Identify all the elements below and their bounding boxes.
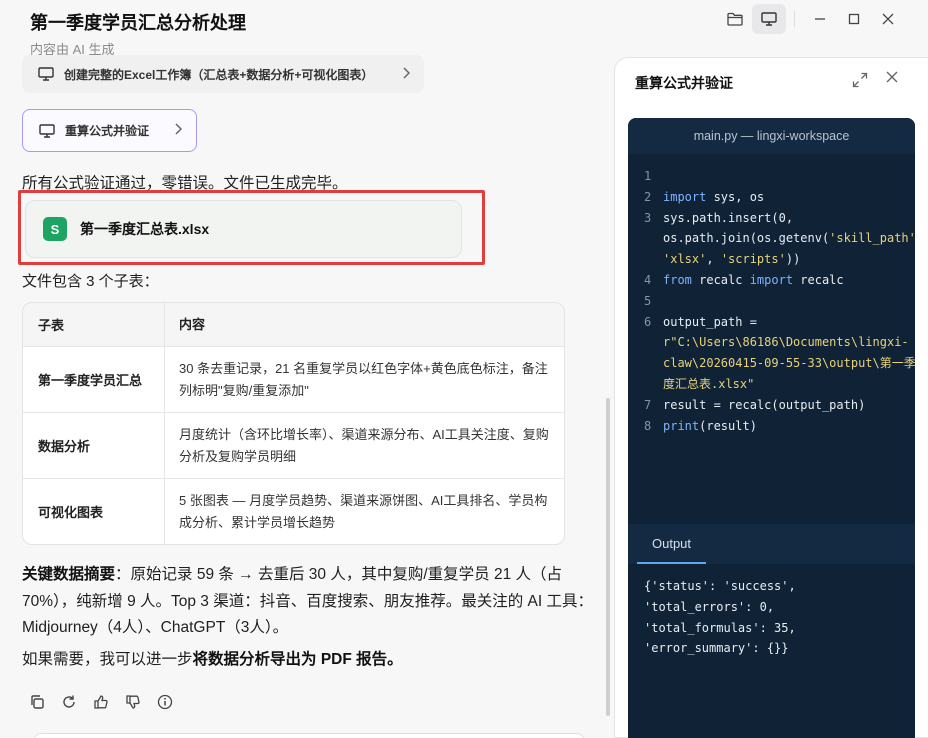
regenerate-icon[interactable] — [60, 693, 78, 711]
key-data-summary: 关键数据摘要：原始记录 59 条 → 去重后 30 人，其中复购/重复学员 21… — [22, 562, 597, 642]
table-row: 第一季度学员汇总 30 条去重记录，21 名重复学员以红色字体+黄色底色标注，备… — [23, 346, 564, 412]
output-panel: Output {'status': 'success', 'total_error… — [628, 524, 915, 738]
line-number: 8 — [644, 418, 652, 433]
code-editor-title: main.py — lingxi-workspace — [628, 118, 915, 154]
code-line: 2 import sys, os — [628, 187, 915, 208]
sheets-table: 子表 内容 第一季度学员汇总 30 条去重记录，21 名重复学员以红色字体+黄色… — [22, 302, 565, 545]
code-line: 8 print(result) — [628, 416, 915, 437]
table-header-cell: 子表 — [23, 303, 165, 346]
app-window: 第一季度学员汇总分析处理 内容由 AI 生成 创建完整的Excel工作簿（汇总表… — [0, 0, 928, 738]
follow-up-bold: 将数据分析导出为 PDF 报告。 — [192, 651, 403, 668]
line-number: 6 — [644, 314, 652, 329]
step-create-workbook[interactable]: 创建完整的Excel工作簿（汇总表+数据分析+可视化图表） — [22, 55, 424, 93]
verification-message: 所有公式验证通过，零错误。文件已生成完毕。 — [22, 175, 348, 192]
toolbar-divider — [794, 11, 795, 27]
output-tabbar: Output — [628, 524, 915, 564]
message-actions — [28, 693, 174, 711]
line-number: 7 — [644, 397, 652, 412]
file-attachment-card[interactable]: S 第一季度汇总表.xlsx — [25, 200, 462, 258]
code-line-wrap: claw\20260415-09-55-33\output\第一季 — [663, 356, 915, 371]
output-body: {'status': 'success', 'total_errors': 0, '… — [628, 564, 915, 659]
summary-label: 关键数据摘要 — [22, 566, 116, 583]
expand-icon[interactable] — [852, 72, 868, 93]
table-header-cell: 内容 — [179, 316, 206, 332]
output-line: 'total_errors': 0, — [644, 599, 775, 614]
sheets-intro: 文件包含 3 个子表： — [22, 273, 159, 290]
code-line: 5 — [628, 291, 915, 312]
code-line: 3 sys.path.insert(0, — [628, 208, 915, 229]
close-window-icon[interactable] — [871, 4, 905, 34]
close-icon[interactable] — [885, 70, 899, 89]
page-title: 第一季度学员汇总分析处理 — [30, 13, 246, 33]
file-name: 第一季度汇总表.xlsx — [80, 221, 210, 237]
chat-column: 第一季度学员汇总分析处理 内容由 AI 生成 创建完整的Excel工作簿（汇总表… — [0, 0, 612, 738]
sheet-content-cell: 30 条去重记录，21 名重复学员以红色字体+黄色底色标注，备注列标明"复购/重… — [179, 360, 548, 398]
minimize-icon[interactable] — [803, 4, 837, 34]
code-line: 6 output_path = — [628, 312, 915, 333]
line-number: 4 — [644, 272, 652, 287]
thumbs-down-icon[interactable] — [124, 693, 142, 711]
step-recalc-verify[interactable]: 重算公式并验证 — [22, 109, 197, 152]
output-line: 'error_summary': {}} — [644, 641, 789, 656]
code-line-wrap: 'xlsx', 'scripts')) — [663, 252, 801, 267]
chevron-right-icon — [402, 66, 411, 82]
maximize-icon[interactable] — [837, 4, 871, 34]
folder-icon[interactable] — [718, 4, 752, 34]
line-number: 1 — [644, 169, 652, 183]
thumbs-up-icon[interactable] — [92, 693, 110, 711]
follow-up-offer: 如果需要，我可以进一步将数据分析导出为 PDF 报告。 — [22, 647, 403, 669]
code-line: 1 — [628, 166, 915, 187]
monitor-toggle-icon[interactable] — [752, 4, 786, 34]
chevron-right-icon — [174, 123, 183, 138]
window-toolbar — [718, 4, 905, 34]
table-header-row: 子表 内容 — [23, 303, 564, 346]
sheet-content-cell: 5 张图表 — 月度学员趋势、渠道来源饼图、AI工具排名、学员构成分析、累计学员… — [179, 492, 548, 530]
code-editor: main.py — lingxi-workspace 1 2 import sys… — [628, 118, 915, 588]
line-number: 3 — [644, 210, 652, 225]
sheet-name-cell: 可视化图表 — [23, 479, 165, 544]
chat-input-edge[interactable] — [34, 733, 584, 738]
code-line-wrap: r"C:\Users\86186\Documents\lingxi- — [663, 335, 909, 350]
line-number: 2 — [644, 189, 652, 204]
sheet-name-cell: 数据分析 — [23, 413, 165, 478]
line-number: 5 — [644, 293, 652, 308]
step-label: 重算公式并验证 — [65, 124, 150, 138]
follow-up-prefix: 如果需要，我可以进一步 — [22, 651, 193, 668]
panel-title: 重算公式并验证 — [635, 75, 733, 91]
detail-panel: 重算公式并验证 main.py — lingxi-workspace 1 2 im… — [614, 57, 928, 738]
monitor-icon — [38, 67, 54, 81]
spreadsheet-icon: S — [43, 217, 67, 241]
output-line: {'status': 'success', — [644, 579, 796, 593]
code-line: 7 result = recalc(output_path) — [628, 395, 915, 416]
chat-scrollbar[interactable] — [606, 398, 610, 716]
step-label: 创建完整的Excel工作簿（汇总表+数据分析+可视化图表） — [64, 67, 374, 82]
tab-output[interactable]: Output — [637, 524, 707, 564]
code-line-wrap: 度汇总表.xlsx" — [663, 376, 755, 391]
copy-icon[interactable] — [28, 693, 46, 711]
info-icon[interactable] — [156, 693, 174, 711]
code-body: 1 2 import sys, os 3 sys.path.insert(0, os… — [628, 154, 915, 436]
code-line-wrap: os.path.join(os.getenv('skill_path' — [663, 231, 915, 246]
monitor-icon — [39, 123, 55, 138]
table-row: 可视化图表 5 张图表 — 月度学员趋势、渠道来源饼图、AI工具排名、学员构成分… — [23, 478, 564, 544]
code-line: 4 from recalc import recalc — [628, 270, 915, 291]
sheet-name-cell: 第一季度学员汇总 — [23, 347, 165, 412]
output-line: 'total_formulas': 35, — [644, 620, 796, 635]
table-row: 数据分析 月度统计（含环比增长率）、渠道来源分布、AI工具关注度、复购分析及复购… — [23, 412, 564, 478]
sheet-content-cell: 月度统计（含环比增长率）、渠道来源分布、AI工具关注度、复购分析及复购学员明细 — [179, 426, 549, 464]
